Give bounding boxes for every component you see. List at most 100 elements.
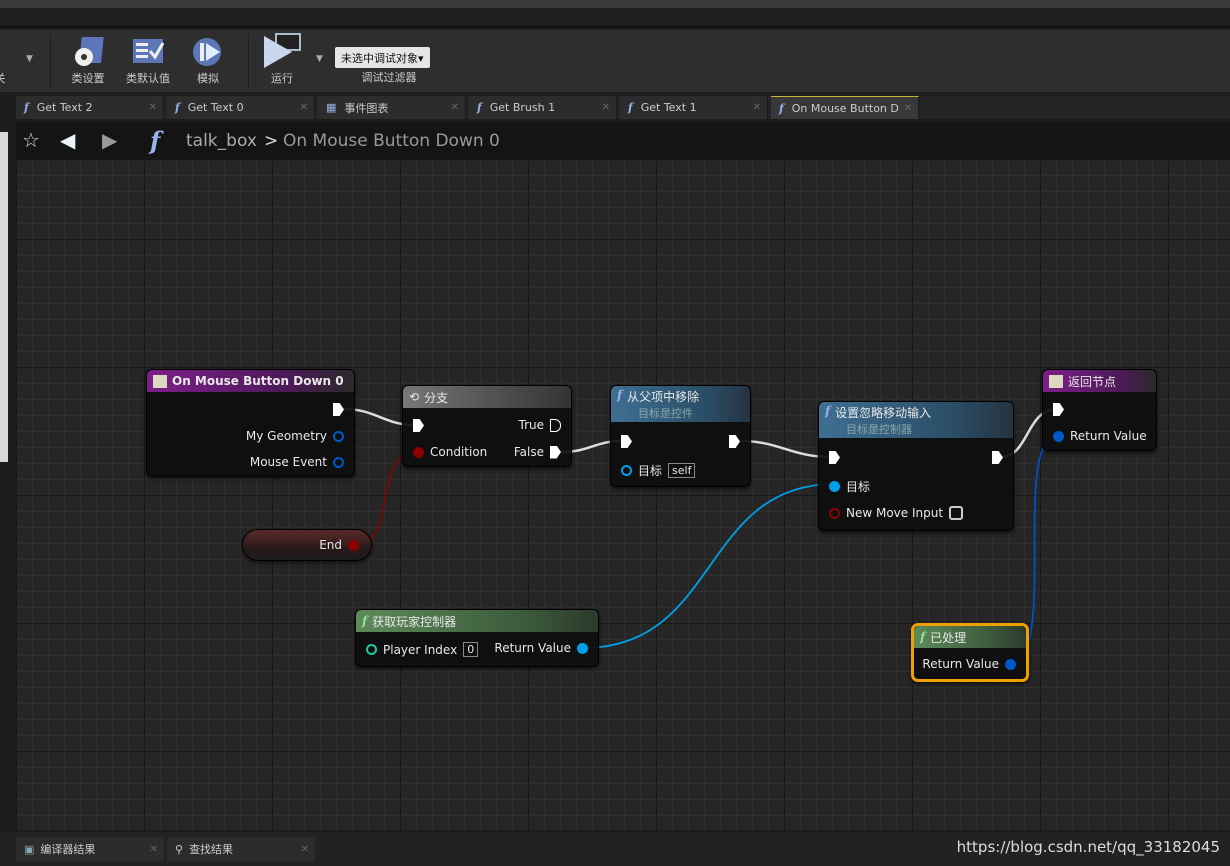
node-title: 获取玩家控制器 <box>372 614 457 629</box>
tab-get-brush-1[interactable]: f Get Brush 1 ✕ <box>469 96 617 119</box>
function-icon: f <box>477 101 482 114</box>
event-graph-icon: ▦ <box>326 101 337 114</box>
node-subtitle: 目标是控制器 <box>846 423 912 436</box>
node-branch[interactable]: ⟲ 分支 Condition True False <box>402 385 572 467</box>
pin-label: Return Value <box>494 641 571 655</box>
function-icon: f <box>175 101 180 114</box>
return-value-pin[interactable] <box>1053 430 1064 442</box>
node-return[interactable]: 返回节点 Return Value <box>1042 369 1157 451</box>
tab-label: Get Text 2 <box>36 101 93 114</box>
exec-in-pin[interactable] <box>413 419 424 432</box>
blueprint-graph-canvas[interactable] <box>16 160 1230 830</box>
new-move-input-pin[interactable] <box>829 507 840 519</box>
return-value-pin[interactable] <box>577 642 588 654</box>
class-settings-button[interactable]: 类设置 <box>58 34 118 86</box>
close-icon[interactable]: ✕ <box>753 102 761 113</box>
exec-out-pin[interactable] <box>992 451 1003 464</box>
exec-out-pin[interactable] <box>333 403 344 416</box>
node-title: 从父项中移除 <box>627 390 700 404</box>
my-geometry-pin[interactable] <box>333 430 344 442</box>
close-icon[interactable]: ✕ <box>451 102 459 113</box>
return-node-icon <box>1049 374 1063 388</box>
pin-label: My Geometry <box>245 429 327 443</box>
close-icon[interactable]: ✕ <box>150 844 158 855</box>
back-arrow-icon[interactable]: ◀ <box>60 128 75 152</box>
function-icon: f <box>920 630 926 644</box>
exec-in-pin[interactable] <box>829 451 840 464</box>
node-title: 返回节点 <box>1068 374 1117 389</box>
target-pin[interactable] <box>829 481 840 492</box>
play-icon <box>252 33 312 70</box>
left-panel-strip <box>0 132 8 462</box>
simulate-button[interactable]: 模拟 <box>178 34 238 86</box>
function-icon: f <box>825 404 831 418</box>
node-subtitle: 目标是控件 <box>638 407 693 420</box>
play-options-dropdown[interactable]: ▼ <box>316 54 323 64</box>
function-icon: f <box>628 101 633 114</box>
breadcrumb-separator: > <box>264 131 279 151</box>
false-exec-pin[interactable] <box>550 445 561 459</box>
node-handled[interactable]: f 已处理 Return Value <box>911 623 1029 682</box>
branch-icon: ⟲ <box>409 390 420 404</box>
exec-out-pin[interactable] <box>729 435 740 448</box>
tab-on-mouse-button-down[interactable]: f On Mouse Button D ✕ <box>771 96 919 119</box>
node-end-variable[interactable]: End <box>242 529 372 561</box>
class-defaults-button[interactable]: 类默认值 <box>118 34 178 86</box>
node-remove-from-parent[interactable]: f 从父项中移除 目标是控件 目标 self <box>610 385 751 487</box>
tab-event-graph[interactable]: ▦ 事件图表 ✕ <box>318 96 466 119</box>
breadcrumb-root[interactable]: talk_box <box>186 131 257 151</box>
breadcrumb-current: On Mouse Button Down 0 <box>283 131 500 151</box>
node-set-ignore-move-input[interactable]: f 设置忽略移动输入 目标是控制器 目标 New Move Input <box>818 401 1014 531</box>
condition-pin[interactable] <box>413 446 424 458</box>
favorite-star-icon[interactable]: ☆ <box>22 128 40 152</box>
true-exec-pin[interactable] <box>550 418 561 432</box>
tab-compiler-results[interactable]: ▣ 编译器结果 ✕ <box>16 837 164 861</box>
window-tab-strip <box>0 0 1230 8</box>
node-title: 分支 <box>424 390 449 405</box>
pin-label: Condition <box>430 445 488 459</box>
end-output-pin[interactable] <box>348 539 359 551</box>
player-index-input[interactable]: 0 <box>463 642 479 657</box>
debug-object-select[interactable]: 未选中调试对象▾ <box>335 47 430 68</box>
function-icon: f <box>150 126 161 155</box>
player-index-pin[interactable] <box>366 644 377 655</box>
close-icon[interactable]: ✕ <box>602 102 610 113</box>
close-icon[interactable]: ✕ <box>301 844 309 855</box>
node-get-player-controller[interactable]: f 获取玩家控制器 Player Index 0 Return Value <box>355 609 599 667</box>
function-icon: f <box>24 101 29 114</box>
exec-in-pin[interactable] <box>621 435 632 448</box>
tab-find-results[interactable]: ⚲ 查找结果 ✕ <box>167 837 315 861</box>
class-defaults-icon <box>118 34 178 70</box>
exec-in-pin[interactable] <box>1053 403 1064 416</box>
tab-get-text-2[interactable]: f Get Text 2 ✕ <box>16 96 164 119</box>
toolbar: 关 ▼ 类设置 类默认值 模拟 运行 ▼ <box>0 30 1230 92</box>
tab-label: 事件图表 <box>344 101 389 115</box>
pin-label: New Move Input <box>846 506 944 520</box>
node-on-mouse-button-down[interactable]: On Mouse Button Down 0 My Geometry Mouse… <box>146 369 355 477</box>
return-value-pin[interactable] <box>1005 658 1016 670</box>
tab-get-text-0[interactable]: f Get Text 0 ✕ <box>167 96 315 119</box>
menu-bar <box>0 8 1230 28</box>
tab-label: On Mouse Button D <box>791 101 899 115</box>
function-icon: f <box>362 614 368 628</box>
function-icon: f <box>779 101 784 115</box>
tab-label: Get Brush 1 <box>489 101 556 114</box>
function-icon: f <box>617 388 623 402</box>
pin-label: 目标 <box>846 480 871 494</box>
toolbar-label: 关 <box>0 72 6 85</box>
simulate-icon <box>178 34 238 70</box>
mouse-event-pin[interactable] <box>333 456 344 468</box>
close-icon[interactable]: ✕ <box>904 103 912 114</box>
play-button[interactable]: 运行 <box>252 33 312 86</box>
close-icon[interactable]: ✕ <box>149 102 157 113</box>
event-node-icon <box>153 374 167 388</box>
close-icon[interactable]: ✕ <box>300 102 308 113</box>
target-default-value: self <box>668 463 696 478</box>
debug-filter-label: 调试过滤器 <box>361 71 417 84</box>
target-pin[interactable] <box>621 465 632 476</box>
forward-arrow-icon[interactable]: ▶ <box>102 128 117 152</box>
dropdown-arrow-icon[interactable]: ▼ <box>26 54 33 64</box>
toolbar-label: 模拟 <box>197 72 219 85</box>
tab-get-text-1[interactable]: f Get Text 1 ✕ <box>620 96 768 119</box>
new-move-input-checkbox[interactable] <box>949 506 964 520</box>
